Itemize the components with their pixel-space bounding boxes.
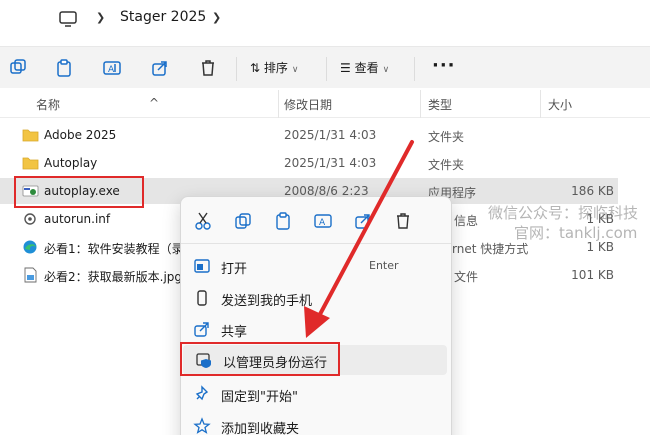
column-type[interactable]: 类型 [428, 96, 452, 113]
column-divider[interactable] [278, 90, 279, 118]
menu-item-send-to-phone[interactable]: 发送到我的手机 [181, 283, 451, 313]
breadcrumb-chevron-icon[interactable]: ❯ [96, 11, 105, 24]
menu-item-shortcut: Enter [369, 259, 399, 272]
column-name[interactable]: 名称 [36, 96, 60, 113]
file-size: 101 KB [571, 268, 614, 282]
file-date: 2025/1/31 4:03 [284, 128, 377, 142]
share-icon [194, 322, 209, 337]
chevron-down-icon: ∨ [382, 65, 390, 75]
sort-ascending-icon: ^ [149, 96, 160, 110]
edge-shortcut-icon [23, 240, 37, 254]
context-menu: A 打开 Enter 发送到我的手机 共享 以管理员身份运行 固定到"开始" 添… [180, 196, 452, 435]
command-bar: A ⇅ 排序 ∨ ☰ 查看 ∨ ··· [0, 46, 650, 88]
copy-icon[interactable] [233, 211, 253, 231]
file-row[interactable]: Adobe 2025 2025/1/31 4:03 文件夹 [0, 122, 618, 148]
file-name: Adobe 2025 [44, 128, 117, 142]
paste-icon[interactable] [273, 211, 293, 231]
share-icon[interactable] [150, 58, 170, 78]
column-date[interactable]: 修改日期 [284, 96, 332, 113]
menu-item-label: 打开 [221, 262, 248, 277]
column-divider[interactable] [540, 90, 541, 118]
column-size[interactable]: 大小 [548, 96, 572, 113]
folder-icon [22, 157, 39, 170]
view-button[interactable]: ☰ 查看 ∨ [340, 59, 389, 76]
file-name: autorun.inf [44, 212, 111, 226]
toolbar-divider [326, 57, 327, 81]
menu-item-open[interactable]: 打开 Enter [181, 251, 451, 281]
highlight-box [180, 342, 340, 376]
file-name: Autoplay [44, 156, 98, 170]
paste-icon[interactable] [54, 58, 74, 78]
sort-label: 排序 [263, 61, 288, 75]
menu-item-pin-to-start[interactable]: 固定到"开始" [181, 379, 451, 409]
highlight-box [14, 176, 144, 208]
file-name: 必看1：软件安装教程（录 [44, 242, 184, 256]
menu-divider [181, 243, 451, 244]
svg-text:A: A [319, 218, 326, 228]
sort-button[interactable]: ⇅ 排序 ∨ [250, 59, 299, 76]
toolbar-divider [414, 57, 415, 81]
settings-file-icon [24, 213, 36, 225]
file-type: 文件夹 [428, 130, 465, 144]
sort-icon: ⇅ [250, 61, 261, 75]
view-icon: ☰ [340, 61, 351, 75]
breadcrumb-folder[interactable]: Stager 2025 [120, 9, 206, 25]
phone-icon [197, 290, 207, 306]
menu-item-label: 添加到收藏夹 [221, 422, 300, 435]
file-name: 必看2：获取最新版本.jpg [44, 270, 183, 284]
file-date: 2025/1/31 4:03 [284, 156, 377, 170]
menu-item-label: 共享 [221, 325, 248, 340]
breadcrumb-chevron-icon[interactable]: ❯ [212, 11, 221, 24]
menu-item-label: 发送到我的手机 [221, 294, 313, 309]
star-icon [193, 417, 211, 434]
this-pc-icon[interactable] [58, 9, 78, 29]
menu-item-add-to-favorites[interactable]: 添加到收藏夹 [181, 411, 451, 435]
address-bar: ❯ Stager 2025 ❯ [0, 0, 650, 38]
folder-icon [22, 129, 39, 142]
file-type: 文件夹 [428, 158, 465, 172]
svg-text:A: A [108, 65, 115, 75]
delete-icon[interactable] [198, 58, 218, 78]
file-type: 信息 [454, 214, 479, 228]
rename-icon[interactable]: A [313, 211, 333, 231]
column-divider[interactable] [420, 90, 421, 118]
column-header-row: ^ 名称 修改日期 类型 大小 [0, 90, 650, 118]
pin-icon [195, 385, 209, 401]
delete-icon[interactable] [393, 211, 413, 231]
chevron-down-icon: ∨ [291, 65, 299, 75]
image-file-icon [24, 267, 37, 283]
watermark-line: 微信公众号：探临科技 [488, 204, 639, 222]
file-size: 186 KB [571, 184, 614, 198]
menu-item-label: 固定到"开始" [221, 390, 298, 405]
file-row[interactable]: Autoplay 2025/1/31 4:03 文件夹 [0, 150, 618, 176]
menu-item-share[interactable]: 共享 [181, 314, 451, 344]
cut-icon[interactable] [8, 58, 28, 78]
more-options-button[interactable]: ··· [432, 55, 456, 76]
file-type: 文件 [454, 270, 479, 284]
open-window-icon [194, 259, 210, 273]
watermark-line: 官网：tanklj.com [514, 224, 638, 242]
rename-icon[interactable]: A [102, 58, 122, 78]
toolbar-divider [236, 57, 237, 81]
view-label: 查看 [354, 61, 379, 75]
scissors-icon[interactable] [193, 211, 213, 231]
share-icon[interactable] [353, 211, 373, 231]
